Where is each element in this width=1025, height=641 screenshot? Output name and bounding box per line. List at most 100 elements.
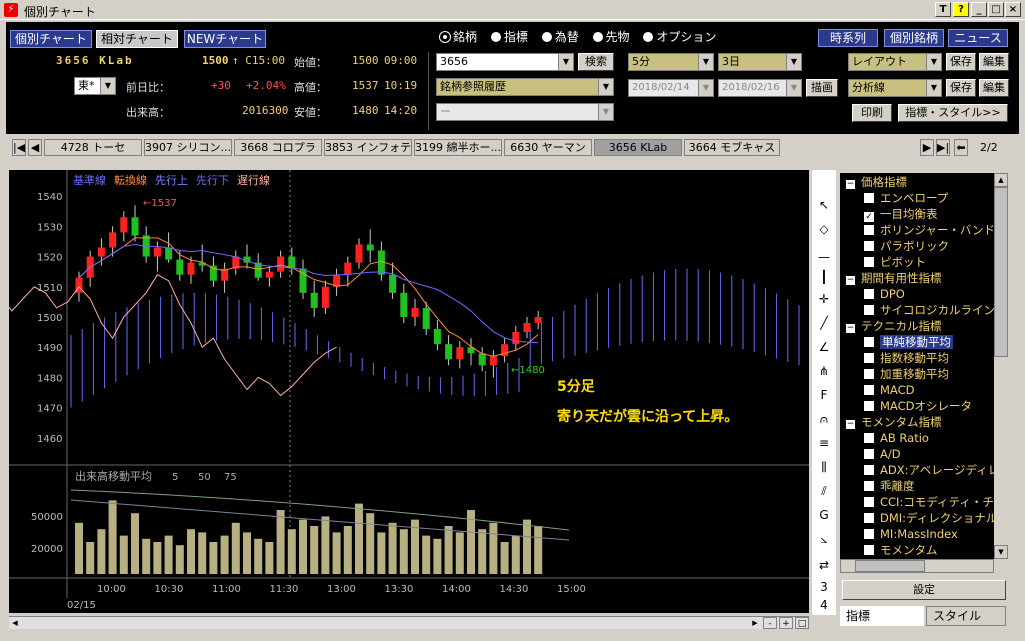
tree-scrollbar[interactable]: ▲ ▼	[994, 173, 1008, 559]
tab-style[interactable]: スタイル	[926, 606, 1006, 626]
tree-group[interactable]: − テクニカル指標	[846, 318, 942, 334]
tree-group[interactable]: − 価格指標	[846, 174, 907, 190]
tree-item[interactable]: MI:MassIndex	[864, 526, 958, 542]
fib-fan-icon[interactable]: F	[815, 386, 833, 404]
minimize-button[interactable]: _	[971, 2, 987, 17]
date-from-select[interactable]: 2018/02/14 ▼	[628, 79, 714, 97]
tree-item[interactable]: 乖離度	[864, 478, 915, 494]
layout-save-button[interactable]: 保存	[946, 53, 976, 71]
checkbox[interactable]	[864, 481, 874, 491]
gann-icon[interactable]: G	[815, 506, 833, 524]
fib-retrace-icon[interactable]: ≡	[815, 434, 833, 452]
scroll-right-icon[interactable]: ▶	[749, 617, 761, 629]
tree-item[interactable]: ピボット	[864, 254, 926, 270]
tree-item[interactable]: MACDオシレータ	[864, 398, 972, 414]
help-button[interactable]: ?	[953, 2, 969, 17]
analysis-edit-button[interactable]: 編集	[979, 79, 1009, 97]
radio-index[interactable]: 指標	[490, 30, 528, 44]
checkbox[interactable]	[864, 497, 874, 507]
tree-item[interactable]: エンベロープ	[864, 190, 948, 206]
zoom-out-icon[interactable]: -	[763, 617, 777, 629]
radio-fx[interactable]: 為替	[541, 30, 579, 44]
collapse-icon[interactable]: −	[846, 324, 855, 333]
cycle4-icon[interactable]: 4	[815, 596, 833, 614]
scroll-thumb[interactable]	[994, 187, 1008, 357]
checkbox[interactable]: ✓	[864, 212, 874, 222]
news-button[interactable]: ニュース	[948, 29, 1008, 47]
angle-icon[interactable]: ∠	[815, 338, 833, 356]
layout-select[interactable]: レイアウト ▼	[848, 53, 942, 71]
checkbox[interactable]	[864, 449, 874, 459]
regression-icon[interactable]: ⦣	[815, 530, 833, 548]
tree-item[interactable]: 単純移動平均	[864, 334, 953, 350]
collapse-icon[interactable]: −	[846, 420, 855, 429]
font-button[interactable]: T	[935, 2, 951, 17]
hscroll-thumb[interactable]	[855, 560, 925, 572]
tree-group[interactable]: − 期間有用性指標	[846, 270, 942, 286]
stock-tab[interactable]: 3664 モブキャス	[684, 139, 780, 156]
zoom-reset-icon[interactable]: □	[795, 617, 809, 629]
cycle-icon[interactable]: ⇄	[815, 556, 833, 574]
first-tab-button[interactable]: |◀	[12, 139, 26, 156]
date-to-select[interactable]: 2018/02/16 ▼	[718, 79, 802, 97]
fan-icon[interactable]: ⋔	[815, 362, 833, 380]
eraser-icon[interactable]: ◇	[815, 220, 833, 238]
fib-time-icon[interactable]: ⫼	[815, 458, 833, 476]
search-button[interactable]: 検索	[578, 53, 614, 71]
channel-icon[interactable]: ⫽	[815, 482, 833, 500]
exchange-select[interactable]: 東* ▼	[74, 77, 116, 95]
tab-indicators[interactable]: 指標	[840, 606, 924, 626]
scroll-up-icon[interactable]: ▲	[994, 173, 1008, 187]
indicator-style-button[interactable]: 指標・スタイル>>	[898, 104, 1008, 122]
tree-item[interactable]: モメンタム	[864, 542, 938, 558]
radio-option[interactable]: オプション	[643, 30, 716, 44]
interval-select[interactable]: 5分 ▼	[628, 53, 714, 71]
tree-group[interactable]: − モメンタム指標	[846, 414, 942, 430]
cycle3-icon[interactable]: 3	[815, 578, 833, 596]
stock-tab[interactable]: 3668 コロプラ	[234, 139, 322, 156]
tree-item[interactable]: パラボリック	[864, 238, 949, 254]
checkbox[interactable]	[864, 257, 874, 267]
checkbox[interactable]	[864, 433, 874, 443]
individual-stock-button[interactable]: 個別銘柄	[884, 29, 944, 47]
checkbox[interactable]	[864, 529, 874, 539]
chart-area[interactable]: 1540 1530 1520 1510 1500 1490 1480 1470 1460 基準線転…	[0, 170, 822, 613]
collapse-icon[interactable]: −	[846, 180, 855, 189]
radio-futures[interactable]: 先物	[592, 30, 630, 44]
tree-item[interactable]: ✓ 一目均衡表	[864, 206, 938, 222]
checkbox[interactable]	[864, 193, 874, 203]
chart-hscrollbar[interactable]: ◀ ▶ - + □	[9, 616, 809, 629]
stock-tab[interactable]: 3907 シリコン...	[144, 139, 232, 156]
vline-icon[interactable]: ┃	[815, 268, 833, 286]
tree-item[interactable]: ADX:アベレージディレ	[864, 462, 999, 478]
tree-item[interactable]: AB Ratio	[864, 430, 929, 446]
hline-icon[interactable]: —	[815, 248, 833, 266]
scroll-left-icon[interactable]: ◀	[9, 617, 21, 629]
trendline-icon[interactable]: ╱	[815, 314, 833, 332]
checkbox[interactable]	[864, 353, 874, 363]
checkbox[interactable]	[864, 369, 874, 379]
tree-item[interactable]: DPO	[864, 286, 905, 302]
tree-item[interactable]: 指数移動平均	[864, 350, 949, 366]
cross-icon[interactable]: ✛	[815, 290, 833, 308]
tab-individual-chart[interactable]: 個別チャート	[10, 30, 92, 48]
period-select[interactable]: 3日 ▼	[718, 53, 802, 71]
stock-tab[interactable]: 3199 綿半ホー...	[414, 139, 502, 156]
timeseries-button[interactable]: 時系列	[818, 29, 878, 47]
checkbox[interactable]	[864, 225, 874, 235]
tree-item[interactable]: ボリンジャー・バンド	[864, 222, 995, 238]
last-tab-button[interactable]: ▶|	[936, 139, 950, 156]
stock-tab[interactable]: 6630 ヤーマン	[504, 139, 592, 156]
checkbox[interactable]	[864, 545, 874, 555]
stock-tab[interactable]: 3853 インフォテリ	[324, 139, 412, 156]
tree-item[interactable]: MACD	[864, 382, 914, 398]
tree-hscrollbar[interactable]	[840, 559, 994, 573]
sub-select[interactable]: ー ▼	[436, 103, 614, 121]
stock-tab[interactable]: 3656 KLab	[594, 139, 682, 156]
layout-edit-button[interactable]: 編集	[979, 53, 1009, 71]
tree-item[interactable]: CCI:コモディティ・チャ	[864, 494, 1005, 510]
print-button[interactable]: 印刷	[852, 104, 892, 122]
checkbox[interactable]	[864, 385, 874, 395]
checkbox[interactable]	[864, 401, 874, 411]
checkbox[interactable]	[864, 337, 874, 347]
